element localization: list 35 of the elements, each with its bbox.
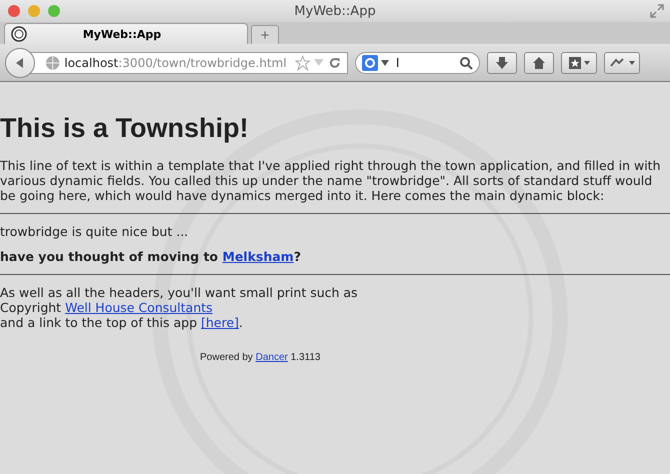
globe-icon bbox=[45, 54, 60, 70]
back-button[interactable] bbox=[5, 48, 35, 78]
text-link[interactable]: [here] bbox=[200, 315, 239, 330]
small-print-line: Copyright Well House Consultants bbox=[0, 300, 214, 316]
downloads-button[interactable] bbox=[487, 52, 517, 74]
search-icon[interactable] bbox=[459, 56, 473, 70]
search-field[interactable]: l bbox=[355, 52, 480, 74]
down-arrow-icon bbox=[495, 56, 509, 70]
search-engine-logo-icon[interactable] bbox=[362, 54, 378, 70]
melksham-link[interactable]: Melksham bbox=[222, 249, 294, 264]
intro-paragraph: This line of text is within a template that I've applied right through the town application, and filled in with various dynamic fields. You called this up under the name "trowbridge". All sorts of standard stuff would be going here, which would have dynamics merged into it. Here comes the main dynamic block: bbox=[0, 158, 662, 204]
bookmark-star-icon[interactable] bbox=[294, 54, 310, 70]
zigzag-icon bbox=[609, 56, 635, 70]
window-title: MyWeb::App bbox=[294, 4, 376, 18]
new-tab-button[interactable]: + bbox=[251, 25, 279, 44]
powered-by-text: Powered by Dancer 1.3113 bbox=[200, 352, 322, 364]
browser-tab[interactable]: MyWeb::App bbox=[4, 23, 248, 44]
small-print-line: and a link to the top of this app [here]. bbox=[0, 315, 244, 330]
home-icon bbox=[532, 56, 546, 70]
site-favicon-icon bbox=[11, 26, 27, 42]
question-text: have you thought of moving to Melksham? bbox=[0, 249, 302, 264]
dynamic-text: trowbridge is quite nice but ... bbox=[0, 224, 190, 240]
home-button[interactable] bbox=[524, 52, 554, 74]
addon-button[interactable] bbox=[604, 52, 640, 74]
dropdown-arrow-icon[interactable] bbox=[381, 60, 389, 66]
fullscreen-icon[interactable] bbox=[650, 4, 664, 18]
reload-icon[interactable] bbox=[328, 56, 342, 70]
bookmarks-button[interactable] bbox=[561, 52, 597, 74]
page-heading: This is a Township! bbox=[0, 112, 250, 144]
star-box-icon bbox=[568, 56, 590, 70]
small-print-line: As well as all the headers, you'll want small print such as bbox=[0, 285, 359, 300]
dancer-link[interactable]: Dancer bbox=[256, 352, 288, 364]
address-bar[interactable]: localhost:3000/town/trowbridge.html bbox=[30, 52, 348, 74]
text-link[interactable]: Well House Consultants bbox=[65, 300, 213, 316]
close-button[interactable] bbox=[8, 5, 20, 17]
